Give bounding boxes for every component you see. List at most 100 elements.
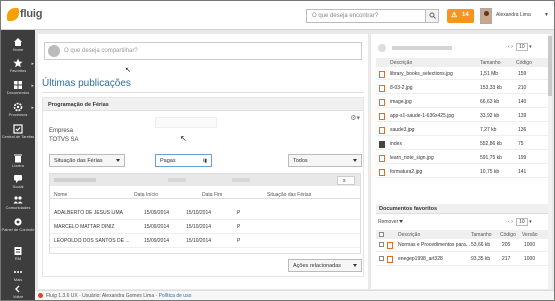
sidebar-item-favoritos[interactable]: Favoritos ▸	[1, 56, 35, 80]
image-file-icon	[379, 99, 385, 106]
page-size-value: 10	[516, 218, 528, 226]
cell: 136	[518, 127, 527, 133]
table-search-value: s	[343, 178, 346, 184]
cell: learn_note_sign.jpg	[390, 155, 434, 161]
page-size-select[interactable]: ‹ › 10 ▾	[508, 43, 532, 51]
sidebar-item-label: Processos	[8, 112, 28, 117]
table-row[interactable]: library_books_selections.jpg 1,51 Mb 159	[376, 69, 548, 80]
table-row[interactable]: ADALBERTO DE JESUS LIMA 15/09/2014 15/10…	[50, 208, 360, 220]
table-row[interactable]: LEOPOLDO DOS SANTOS DE ... 15/09/2014 15…	[50, 236, 360, 248]
table-row[interactable]: Normas e Procedimentos para... 53,66 kb …	[376, 240, 548, 252]
footer: Fluig 1.3.6 UX · Usuário: Alexandra Gome…	[35, 290, 554, 300]
image-file-icon	[379, 127, 385, 134]
related-actions-button[interactable]: Ações relacionadas	[288, 259, 362, 272]
cell: 210	[518, 85, 527, 91]
column-header[interactable]: Data Início	[134, 192, 158, 198]
chevron-right-icon: ▸	[31, 61, 34, 67]
select-all-checkbox[interactable]	[379, 232, 384, 237]
column-header[interactable]: Descrição	[398, 232, 420, 238]
vacation-widget: Programação de Férias ⚙▾ Empresa TOTVS S…	[42, 97, 364, 277]
column-header[interactable]: Versão	[522, 232, 538, 238]
gear-icon[interactable]: ⚙▾	[350, 114, 360, 122]
chevron-right-icon[interactable]: ›	[511, 219, 513, 225]
column-header[interactable]: Situação das Férias	[267, 192, 311, 198]
table-row[interactable]: formatura2.jpg 10,75 kb 141	[376, 167, 548, 178]
caret-down-icon	[399, 220, 403, 223]
column-header[interactable]: Descrição	[390, 60, 412, 66]
user-menu[interactable]: Alexandra Lima ▼	[480, 8, 552, 24]
notifications-button[interactable]: ⚠ 14	[447, 9, 474, 23]
column-header[interactable]: Tamanho	[471, 232, 492, 238]
chevron-right-icon: ▸	[31, 83, 34, 89]
file-icon	[387, 256, 393, 263]
cell: 33,92 kb	[480, 113, 500, 119]
right-panel: ‹ › 10 ▾ Descrição Tamanho Código librar…	[371, 34, 552, 289]
sidebar-item-documentos[interactable]: Documentos ▸	[1, 78, 35, 102]
file-icon	[387, 242, 393, 249]
sidebar-item-painel-de-controle[interactable]: Painel de Controle	[1, 215, 35, 243]
cell: 8-03-2.jpg	[390, 85, 413, 91]
footer-text: Fluig 1.3.6 UX · Usuário: Alexandra Gome…	[46, 293, 191, 299]
policy-link[interactable]: Política de uso	[159, 293, 192, 299]
table-header: Descrição Tamanho Código	[376, 58, 548, 67]
column-header[interactable]: Nome	[54, 192, 67, 198]
social-icon	[14, 175, 22, 183]
table-row[interactable]: learn_note_sign.jpg 591,75 kb 199	[376, 153, 548, 164]
table-row[interactable]: 8-03-2.jpg 153,33 kb 210	[376, 83, 548, 94]
sidebar-item-processos[interactable]: Processos ▸	[1, 100, 35, 124]
cell: app-s1-saude-1-636x425.jpg	[390, 113, 454, 119]
cell: index	[390, 141, 402, 147]
table-row[interactable]: app-s1-saude-1-636x425.jpg 33,92 kb 139	[376, 111, 548, 122]
cell: 140	[518, 99, 527, 105]
status-select[interactable]: Situação das Férias	[49, 154, 125, 167]
chevron-left-icon[interactable]: ‹	[508, 44, 510, 50]
cell: formatura2.jpg	[390, 169, 423, 175]
search-icon	[429, 12, 436, 19]
scrollbar-thumb[interactable]	[548, 36, 552, 96]
sidebar-item-voltar[interactable]: Voltar	[1, 282, 35, 300]
chevron-left-icon[interactable]: ‹	[508, 219, 510, 225]
caret-down-icon	[353, 264, 357, 267]
logo-text: fluig	[20, 8, 43, 20]
scrollbar[interactable]	[548, 34, 552, 289]
notification-count: 14	[462, 12, 469, 18]
cell: 1000	[524, 256, 536, 262]
mouse-cursor-icon: ↖	[180, 134, 187, 143]
sidebar-item-label: Comunidades	[5, 205, 31, 210]
table-row[interactable]: MARCELO MATTAR DINIZ 15/09/2014 15/10/20…	[50, 222, 360, 234]
row-checkbox[interactable]	[379, 256, 384, 261]
paid-select[interactable]: Pagas Ⅰ▮	[155, 154, 212, 167]
column-header[interactable]: Código	[516, 60, 532, 66]
toolbar-blur	[232, 178, 250, 182]
paid-select-value: Pagas	[160, 158, 176, 164]
sidebar-item-central-de-tarefas[interactable]: Central de Tarefas	[1, 122, 35, 150]
todos-select[interactable]: Todos	[288, 154, 362, 167]
trash-icon	[14, 154, 22, 163]
row-checkbox[interactable]	[379, 242, 384, 247]
table-row[interactable]: index 552,86 kb 75	[376, 139, 548, 150]
column-header[interactable]: Tamanho	[480, 60, 501, 66]
table-row[interactable]: saude3.jpg 7,27 kb 136	[376, 125, 548, 136]
image-file-icon	[379, 169, 385, 176]
column-header[interactable]: Código	[500, 232, 516, 238]
page-size-value: 10	[516, 43, 528, 51]
page-size-select[interactable]: ‹ › 10 ▾	[508, 218, 532, 226]
home-icon	[14, 38, 22, 46]
chevron-right-icon[interactable]: ›	[511, 44, 513, 50]
table-search-input[interactable]: s	[337, 176, 355, 185]
search-button[interactable]	[425, 10, 438, 22]
table-row[interactable]: image.jpg 66,63 kb 140	[376, 97, 548, 108]
sidebar-item-label: Central de Tarefas	[1, 134, 35, 139]
table-row[interactable]: enegep1998_art328 93,35 kb 217 1000	[376, 254, 548, 266]
sidebar-item-comunidades[interactable]: Comunidades	[1, 193, 35, 217]
column-header[interactable]: Data Fim	[202, 192, 222, 198]
search-box[interactable]: O que deseja encontrar?	[306, 9, 439, 23]
cell: 217	[502, 256, 511, 262]
fluig-logo[interactable]: fluig	[7, 7, 45, 25]
remove-button[interactable]: Remover	[378, 219, 398, 225]
share-input[interactable]: O que deseja compartilhar?	[44, 42, 362, 60]
status-select-value: Situação das Férias	[54, 158, 103, 164]
image-file-icon	[379, 71, 385, 78]
control-panel-icon	[14, 218, 22, 226]
error-icon	[38, 293, 43, 298]
